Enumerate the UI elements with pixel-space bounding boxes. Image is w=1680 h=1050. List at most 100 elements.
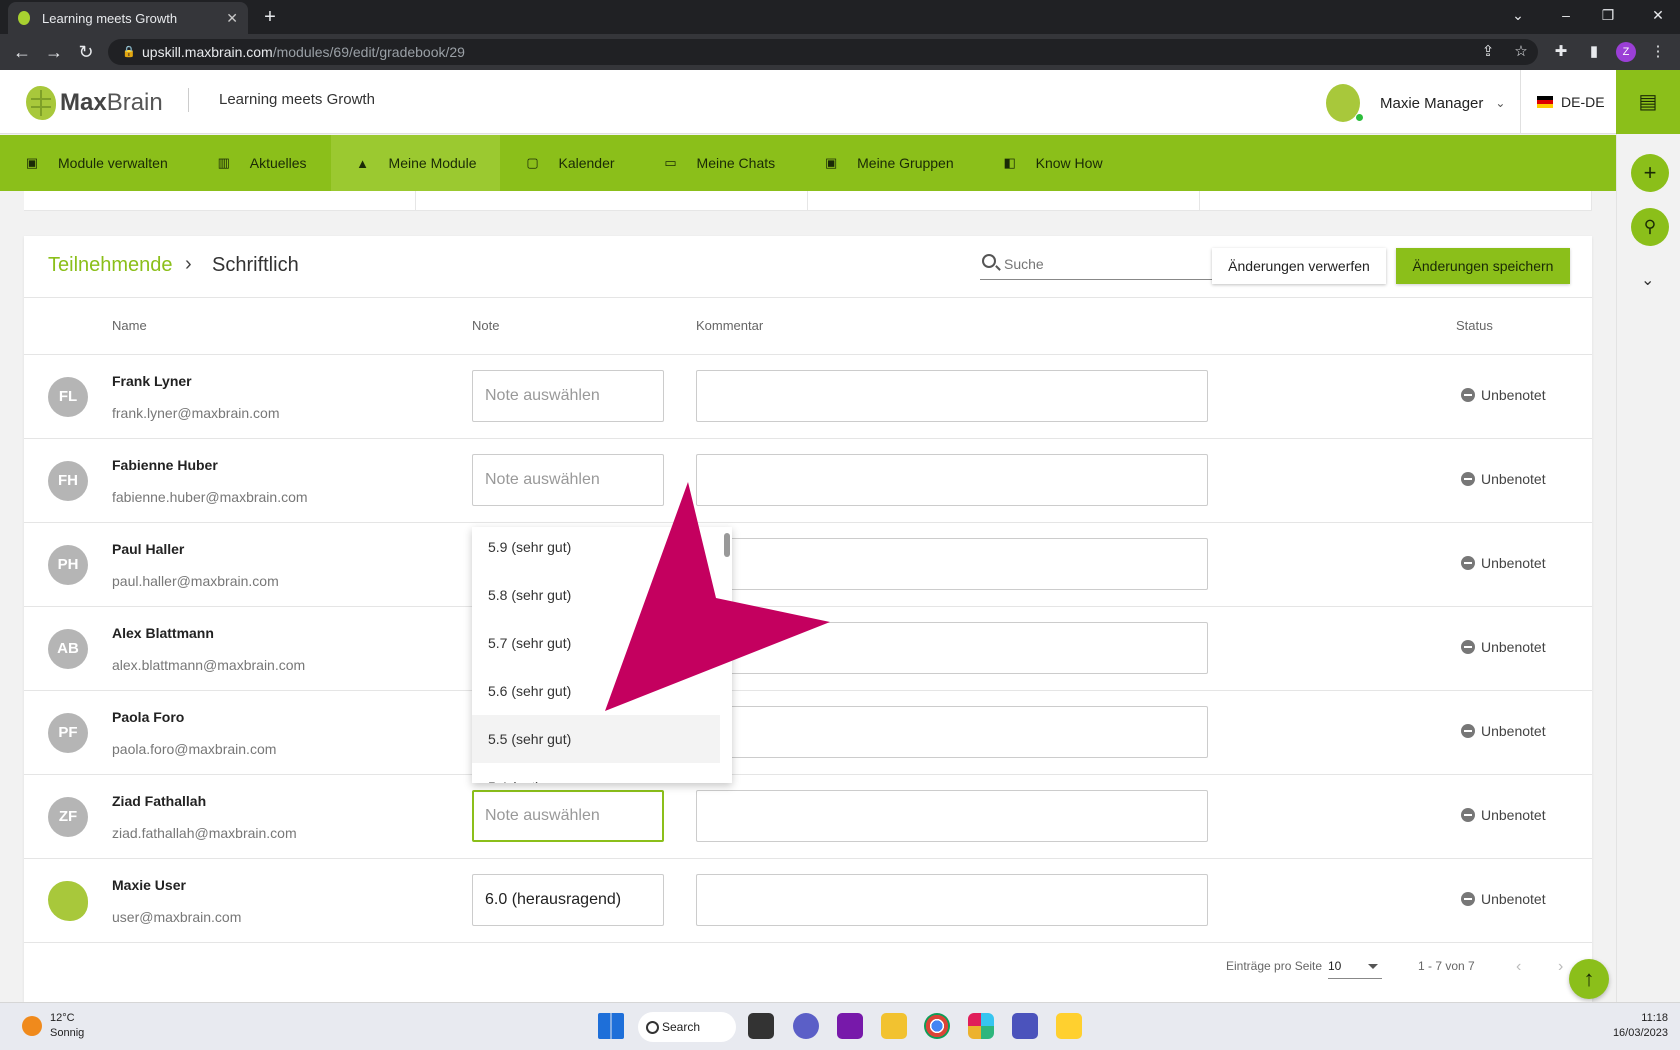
comment-input[interactable] [696, 370, 1208, 422]
group-icon: ▣ [824, 155, 838, 170]
comment-input[interactable] [696, 790, 1208, 842]
url-field[interactable]: 🔒 upskill.maxbrain.com/modules/69/edit/gr… [108, 39, 1538, 65]
discard-changes-button[interactable]: Änderungen verwerfen [1212, 248, 1386, 284]
table-row: AB Alex Blattmann alex.blattmann@maxbrai… [24, 606, 1592, 690]
nav-item-kalender[interactable]: ▢ Kalender [500, 135, 638, 191]
nav-item-know-how[interactable]: ◧ Know How [978, 135, 1127, 191]
nav-label: Kalender [558, 155, 615, 171]
nav-item-aktuelles[interactable]: ▥ Aktuelles [192, 135, 331, 191]
user-menu[interactable]: Maxie Manager ⌄ [1326, 84, 1505, 122]
grade-select[interactable]: Note auswählen [472, 454, 664, 506]
restore-icon[interactable]: ❐ [1588, 0, 1628, 34]
favicon-icon [18, 11, 30, 25]
main-nav: ▣ Module verwalten ▥ Aktuelles ▲ Meine Modu… [0, 135, 1616, 191]
windows-taskbar: 12°C Sonnig Search 11:18 16/03/2023 [0, 1002, 1680, 1050]
arrow-up-icon: ↑ [1583, 966, 1595, 991]
user-name: Maxie Manager [1380, 94, 1484, 112]
column-header-comment[interactable]: Kommentar [696, 318, 763, 333]
reload-icon[interactable]: ↻ [74, 41, 98, 65]
previous-page-icon[interactable]: ‹ [1516, 958, 1521, 976]
column-header-grade[interactable]: Note [472, 318, 499, 333]
slack-icon[interactable] [968, 1013, 994, 1039]
status-label: Unbenotet [1481, 555, 1546, 571]
grade-option[interactable]: 5.5 (sehr gut) [472, 715, 720, 763]
dropdown-arrow-icon [1368, 964, 1378, 969]
chat-toggle-button[interactable]: ▤ [1616, 70, 1680, 134]
column-header-name[interactable]: Name [112, 318, 147, 333]
language-switcher[interactable]: DE-DE [1520, 70, 1605, 134]
participant-name: Alex Blattmann [112, 625, 214, 641]
grade-option[interactable]: 5.7 (sehr gut) [472, 619, 720, 667]
breadcrumb-teilnehmende[interactable]: Teilnehmende [48, 254, 173, 277]
chrome-icon[interactable] [924, 1013, 950, 1039]
weather-condition: Sonnig [50, 1027, 85, 1039]
task-view-icon[interactable] [748, 1013, 774, 1039]
grade-option[interactable]: 5.8 (sehr gut) [472, 571, 720, 619]
comment-input[interactable] [696, 538, 1208, 590]
miro-icon[interactable] [1056, 1013, 1082, 1039]
status-label: Unbenotet [1481, 807, 1546, 823]
comment-input[interactable] [696, 622, 1208, 674]
teams-icon[interactable] [1012, 1013, 1038, 1039]
chevron-down-icon[interactable]: ⌄ [1641, 270, 1654, 290]
status-badge: Unbenotet [1461, 471, 1546, 487]
weather-widget[interactable]: 12°C Sonnig [22, 1011, 84, 1041]
minimize-icon[interactable]: – [1546, 0, 1586, 34]
teams-chat-icon[interactable] [793, 1013, 819, 1039]
weather-text: 12°C Sonnig [50, 1011, 84, 1041]
next-page-icon[interactable]: › [1558, 958, 1563, 976]
clock-time: 11:18 [1641, 1012, 1668, 1024]
add-button[interactable]: + [1631, 154, 1669, 192]
nav-item-meine-module[interactable]: ▲ Meine Module [330, 135, 501, 191]
logo[interactable]: MaxBrain [26, 86, 163, 120]
comment-input[interactable] [696, 454, 1208, 506]
close-tab-icon[interactable]: ✕ [226, 10, 238, 27]
tab-search-icon[interactable]: ⌄ [1498, 0, 1538, 34]
browser-tab[interactable]: Learning meets Growth ✕ [8, 2, 248, 34]
save-changes-button[interactable]: Änderungen speichern [1396, 248, 1570, 284]
minus-circle-icon [1461, 388, 1475, 402]
nav-item-module-verwalten[interactable]: ▣ Module verwalten [0, 135, 192, 191]
windows-start-icon[interactable] [598, 1013, 624, 1039]
grade-select[interactable]: 6.0 (herausragend) [472, 874, 664, 926]
scroll-to-top-button[interactable]: ↑ [1569, 959, 1609, 999]
forward-icon[interactable]: → [42, 41, 66, 65]
file-explorer-icon[interactable] [881, 1013, 907, 1039]
table-row: Maxie User user@maxbrain.com 6.0 (heraus… [24, 858, 1592, 942]
taskbar-search[interactable]: Search [638, 1012, 736, 1042]
close-window-icon[interactable]: ✕ [1638, 0, 1678, 34]
comment-input[interactable] [696, 706, 1208, 758]
back-icon[interactable]: ← [10, 41, 34, 65]
grade-select[interactable]: Note auswählen [472, 370, 664, 422]
system-clock[interactable]: 11:18 16/03/2023 [1600, 1011, 1668, 1041]
bookmark-star-icon[interactable]: ☆ [1511, 42, 1531, 62]
dropdown-scrollbar[interactable] [724, 533, 730, 557]
participant-email: fabienne.huber@maxbrain.com [112, 489, 308, 505]
search-button[interactable]: ⚲ [1631, 208, 1669, 246]
search-input[interactable] [1004, 252, 1204, 276]
briefcase-icon: ▣ [25, 155, 39, 170]
profile-avatar[interactable]: Z [1616, 42, 1636, 62]
user-avatar [1326, 84, 1364, 122]
onenote-icon[interactable] [837, 1013, 863, 1039]
chat-icon: ▭ [664, 155, 677, 170]
side-panel-icon[interactable]: ▮ [1584, 42, 1604, 62]
nav-item-meine-chats[interactable]: ▭ Meine Chats [639, 135, 800, 191]
browser-menu-icon[interactable]: ⋮ [1648, 42, 1668, 62]
avatar: AB [48, 629, 88, 669]
new-tab-button[interactable]: + [258, 6, 282, 30]
grade-option[interactable]: 5.4 (gut) [472, 763, 720, 783]
gradebook-panel: Teilnehmende › Schriftlich Änderungen ve… [24, 236, 1592, 1002]
share-icon[interactable]: ⇪ [1478, 42, 1498, 62]
grade-option[interactable]: 5.6 (sehr gut) [472, 667, 720, 715]
status-badge: Unbenotet [1461, 387, 1546, 403]
sun-icon [22, 1016, 42, 1036]
grade-option[interactable]: 5.9 (sehr gut) [472, 527, 720, 571]
address-bar: ← → ↻ 🔒 upskill.maxbrain.com/modules/69/e… [0, 34, 1680, 70]
column-header-status[interactable]: Status [1456, 318, 1493, 333]
grade-select-focused[interactable]: Note auswählen [472, 790, 664, 842]
per-page-select[interactable]: 10 [1328, 955, 1382, 979]
comment-input[interactable] [696, 874, 1208, 926]
extensions-icon[interactable]: ✚ [1551, 42, 1571, 62]
nav-item-meine-gruppen[interactable]: ▣ Meine Gruppen [799, 135, 978, 191]
